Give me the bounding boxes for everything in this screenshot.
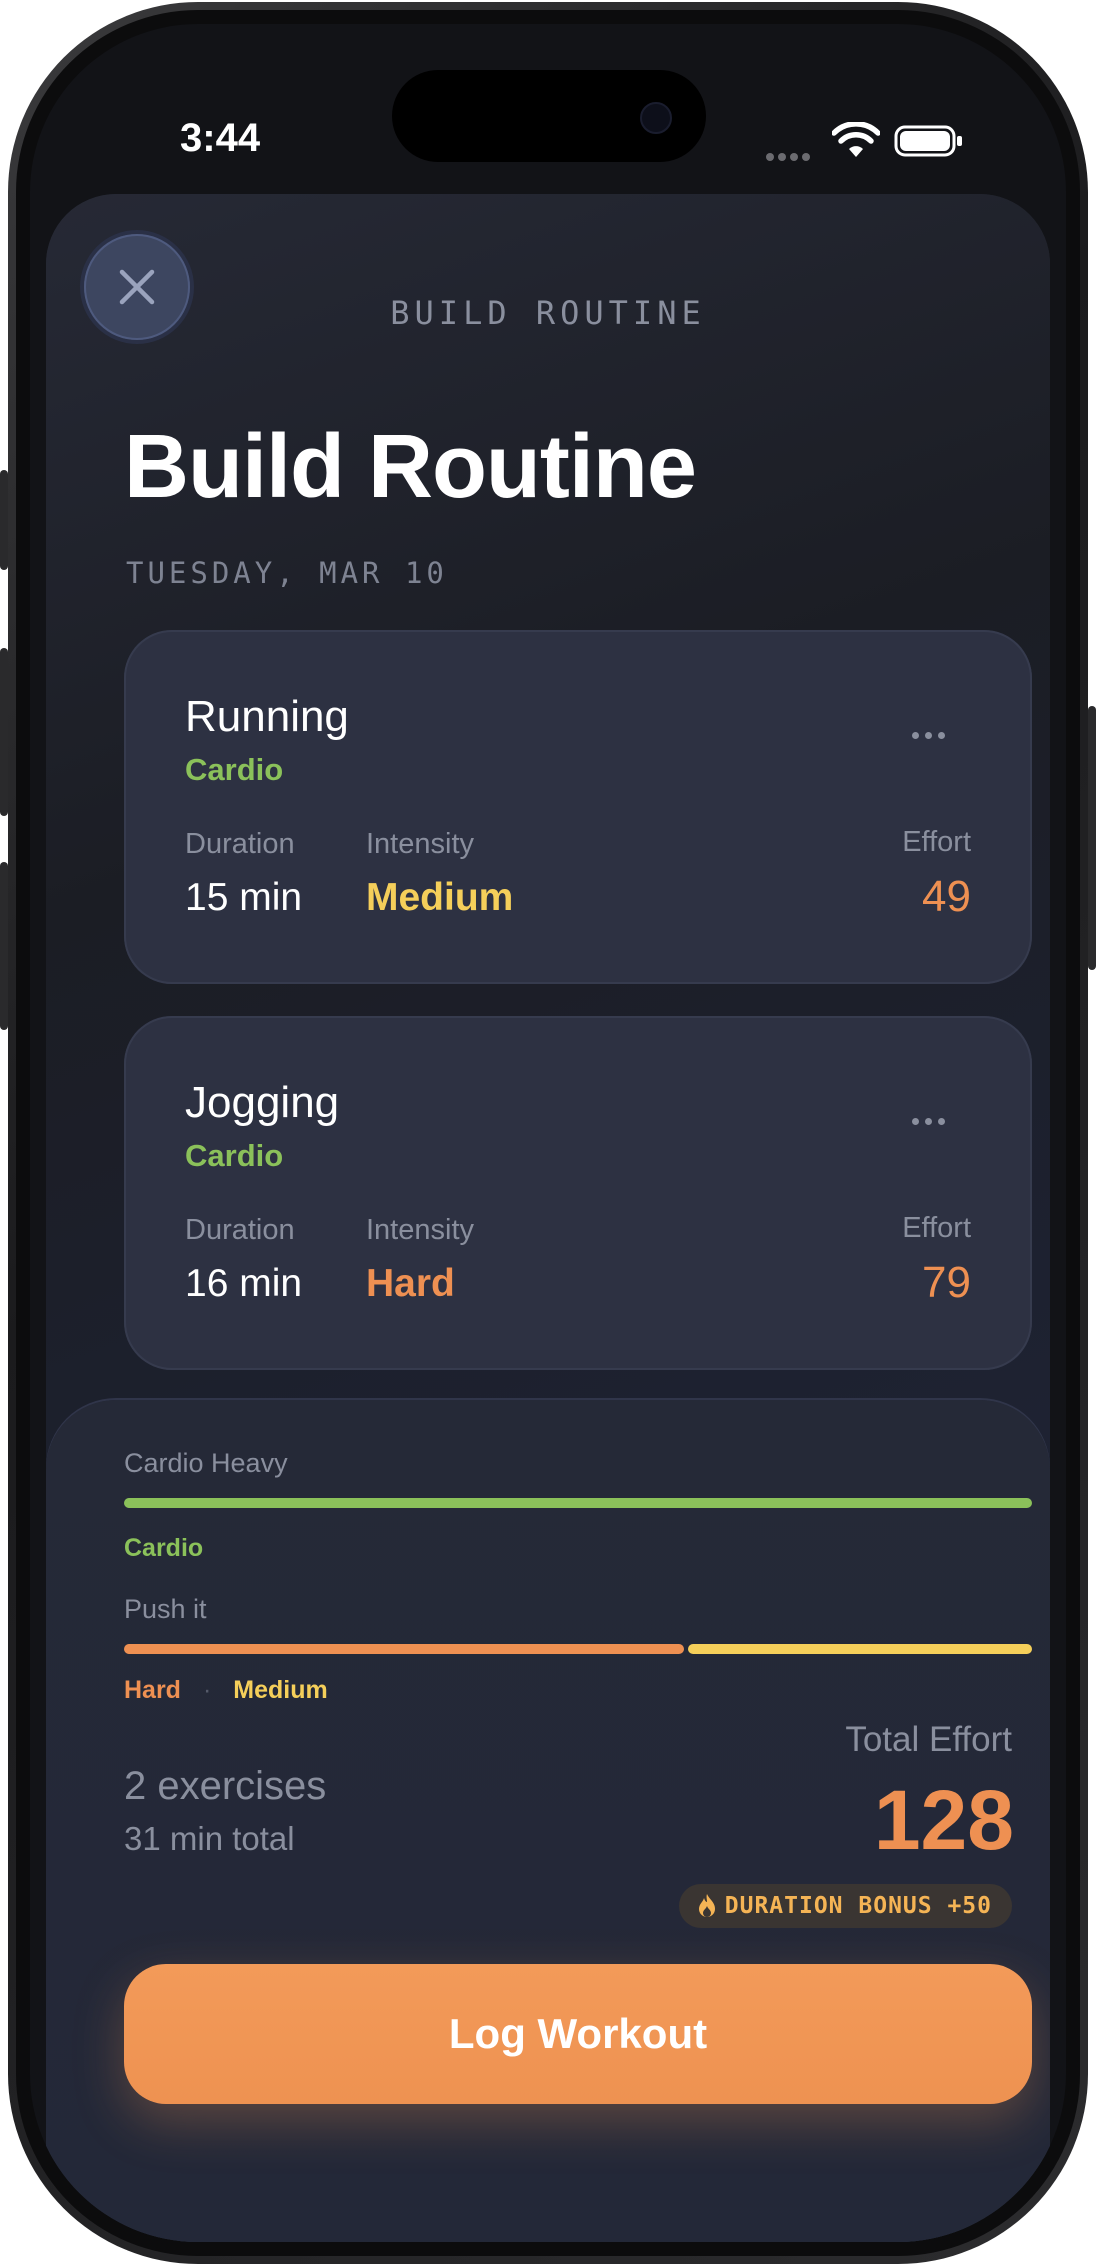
- more-options-icon[interactable]: [912, 1112, 952, 1125]
- status-bar: 3:44: [30, 24, 1066, 194]
- intensity-legend-medium: Medium: [233, 1676, 328, 1704]
- log-workout-label: Log Workout: [448, 2010, 708, 2057]
- effort-value: 79: [922, 1258, 971, 1307]
- intensity-legend-hard: Hard: [124, 1676, 181, 1704]
- intensity-bar-label: Push it: [124, 1594, 207, 1624]
- intensity-value: Medium: [366, 876, 514, 919]
- cellular-signal-icon: [766, 148, 818, 161]
- camera-icon: [640, 102, 672, 134]
- exercise-name: Running: [185, 692, 349, 741]
- sheet-header-title: BUILD ROUTINE: [390, 294, 706, 332]
- routine-date: TUESDAY, MAR 10: [126, 556, 448, 590]
- exercise-card[interactable]: Running Cardio Duration 15 min Intensity…: [124, 630, 1032, 984]
- intensity-legend: Hard · Medium: [124, 1676, 328, 1705]
- effort-label: Effort: [902, 826, 971, 858]
- status-time: 3:44: [180, 116, 261, 160]
- duration-label: Duration: [185, 828, 295, 860]
- legend-separator: ·: [202, 1676, 212, 1704]
- intensity-bar-hard: [124, 1644, 684, 1654]
- exercise-name: Jogging: [185, 1078, 340, 1127]
- duration-bonus-text: DURATION BONUS +50: [724, 1893, 992, 1919]
- total-effort-label: Total Effort: [845, 1720, 1012, 1759]
- duration-value: 16 min: [185, 1262, 303, 1305]
- effort-value: 49: [922, 872, 971, 921]
- total-time: 31 min total: [124, 1820, 295, 1857]
- duration-bonus-badge: DURATION BONUS +50: [678, 1884, 1012, 1928]
- flame-icon: [698, 1894, 715, 1917]
- volume-down-button: [0, 862, 8, 1030]
- duration-label: Duration: [185, 1214, 295, 1246]
- exercise-category: Cardio: [185, 1138, 284, 1173]
- exercise-count: 2 exercises: [124, 1764, 327, 1808]
- screen: 3:44 BUILD ROUTINE Build Routine TUESDAY…: [30, 24, 1066, 2242]
- effort-label: Effort: [902, 1212, 971, 1244]
- category-bar-label: Cardio Heavy: [124, 1448, 288, 1478]
- exercise-category: Cardio: [185, 752, 284, 787]
- intensity-label: Intensity: [366, 1214, 474, 1246]
- wifi-icon: [832, 122, 880, 157]
- more-options-icon[interactable]: [912, 726, 952, 739]
- dynamic-island: [392, 70, 706, 162]
- volume-up-button: [0, 648, 8, 816]
- duration-value: 15 min: [185, 876, 303, 919]
- intensity-label: Intensity: [366, 828, 474, 860]
- action-button: [0, 470, 8, 570]
- total-effort-value: 128: [873, 1773, 1014, 1867]
- intensity-bar-medium: [688, 1644, 1032, 1654]
- category-bar-cardio: [124, 1498, 1032, 1508]
- phone-frame: 3:44 BUILD ROUTINE Build Routine TUESDAY…: [0, 0, 1096, 2268]
- exercise-card[interactable]: Jogging Cardio Duration 16 min Intensity…: [124, 1016, 1032, 1370]
- intensity-value: Hard: [366, 1262, 455, 1305]
- log-workout-button[interactable]: Log Workout: [124, 1964, 1032, 2104]
- category-legend-cardio: Cardio: [124, 1534, 204, 1562]
- routine-sheet: BUILD ROUTINE Build Routine TUESDAY, MAR…: [46, 194, 1050, 2242]
- battery-icon: [894, 125, 962, 157]
- power-button: [1088, 706, 1096, 970]
- page-title: Build Routine: [124, 417, 697, 517]
